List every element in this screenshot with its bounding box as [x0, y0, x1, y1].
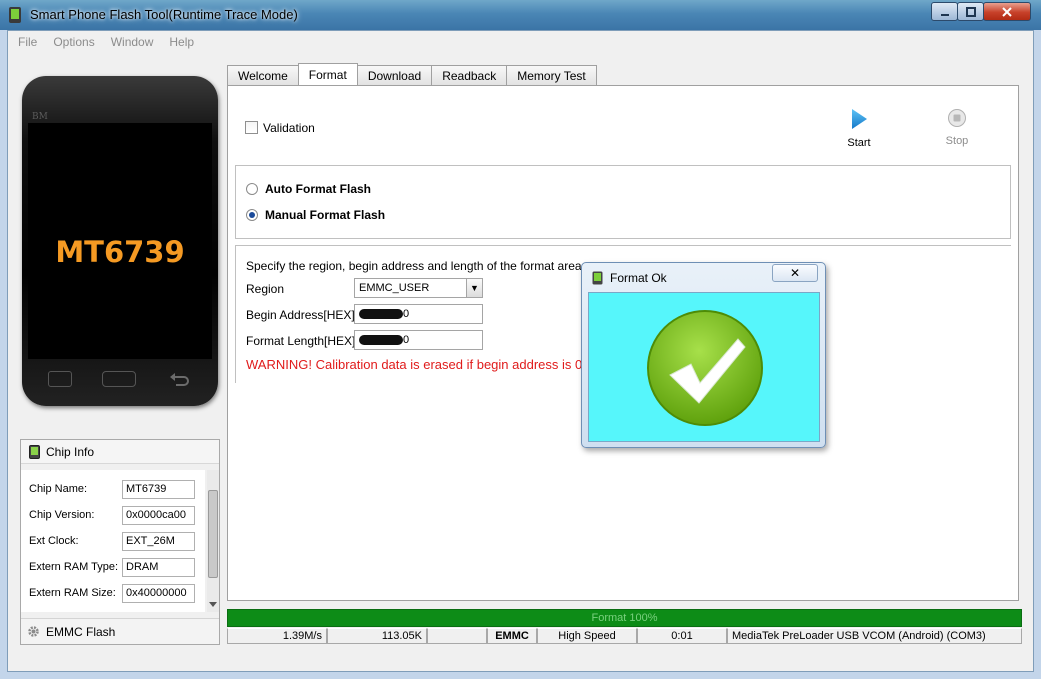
stop-label: Stop — [945, 135, 969, 147]
phone-screen: MT6739 — [28, 123, 212, 359]
client-area: File Options Window Help BM MT6739 Chip … — [7, 30, 1034, 672]
tab-strip: Welcome Format Download Readback Memory … — [227, 63, 597, 85]
chip-row: Extern RAM Type: DRAM — [29, 558, 199, 578]
dialog-title: Format Ok — [610, 271, 667, 285]
status-time: 0:01 — [637, 628, 727, 644]
format-mode-group: Auto Format Flash Manual Format Flash — [235, 165, 1011, 239]
phone-image: BM MT6739 — [22, 76, 218, 406]
minimize-button[interactable] — [931, 2, 958, 21]
redacted-mark — [359, 335, 403, 346]
tab-memory-test[interactable]: Memory Test — [506, 65, 597, 85]
status-bar: 1.39M/s 113.05K EMMC High Speed 0:01 Med… — [227, 628, 1022, 644]
chip-info-panel: Chip Info Chip Name: MT6739 Chip Version… — [20, 439, 220, 645]
tab-download[interactable]: Download — [356, 65, 433, 85]
status-speed: 1.39M/s — [227, 628, 327, 644]
close-icon: ✕ — [789, 266, 801, 280]
menu-options[interactable]: Options — [45, 35, 102, 49]
app-icon — [9, 7, 21, 23]
format-length-field[interactable]: 0 — [354, 330, 483, 350]
gear-icon — [28, 626, 39, 637]
tab-welcome[interactable]: Welcome — [227, 65, 299, 85]
status-port: MediaTek PreLoader USB VCOM (Android) (C… — [727, 628, 1022, 644]
dialog-close-button[interactable]: ✕ — [772, 264, 818, 282]
stop-icon — [948, 109, 966, 127]
stop-button[interactable]: Stop — [937, 108, 977, 147]
chip-row: Chip Version: 0x0000ca00 — [29, 506, 199, 526]
chip-version-label: Chip Version: — [29, 509, 95, 521]
chip-row: Ext Clock: EXT_26M — [29, 532, 199, 552]
region-label: Region — [246, 282, 285, 296]
chip-row: Chip Name: MT6739 — [29, 480, 199, 500]
tab-readback[interactable]: Readback — [431, 65, 508, 85]
status-storage: EMMC — [487, 628, 537, 644]
ram-size-value[interactable]: 0x40000000 — [122, 584, 195, 603]
app-icon — [592, 271, 603, 285]
chip-info-title: Chip Info — [46, 444, 95, 459]
close-button[interactable] — [983, 2, 1031, 21]
begin-address-label: Begin Address[HEX]: — [246, 308, 359, 322]
menu-key-icon — [48, 371, 72, 387]
home-key-icon — [102, 371, 136, 387]
dialog-body — [588, 292, 820, 442]
emmc-flash-bar[interactable]: EMMC Flash — [21, 618, 219, 644]
start-button[interactable]: Start — [839, 108, 879, 149]
chip-info-list: Chip Name: MT6739 Chip Version: 0x0000ca… — [21, 470, 205, 612]
title-bar[interactable]: Smart Phone Flash Tool(Runtime Trace Mod… — [0, 0, 1041, 30]
window-title: Smart Phone Flash Tool(Runtime Trace Mod… — [30, 7, 298, 22]
chip-info-scrollbar[interactable] — [207, 470, 219, 612]
maximize-button[interactable] — [957, 2, 984, 21]
menu-help[interactable]: Help — [161, 35, 202, 49]
format-length-label: Format Length[HEX]: — [246, 334, 359, 348]
play-icon — [852, 109, 867, 129]
success-check-icon — [647, 310, 763, 426]
scrollbar-thumb[interactable] — [208, 490, 218, 578]
chip-info-header: Chip Info — [21, 440, 219, 464]
validation-label: Validation — [263, 121, 315, 135]
format-length-suffix: 0 — [403, 334, 410, 346]
format-ok-dialog: Format Ok ✕ — [581, 262, 826, 448]
begin-address-field[interactable]: 0 — [354, 304, 483, 324]
minimize-icon — [940, 13, 949, 16]
ram-type-value[interactable]: DRAM — [122, 558, 195, 577]
begin-address-suffix: 0 — [403, 308, 410, 320]
scroll-down-icon[interactable] — [209, 602, 217, 608]
ram-type-label: Extern RAM Type: — [29, 561, 119, 573]
status-mode: High Speed — [537, 628, 637, 644]
maximize-icon — [965, 6, 976, 17]
progress-text: Format 100% — [591, 612, 658, 624]
tab-format[interactable]: Format — [297, 63, 358, 85]
start-label: Start — [847, 137, 871, 149]
menu-window[interactable]: Window — [103, 35, 162, 49]
phone-brand: BM — [32, 112, 48, 122]
menu-bar: File Options Window Help — [8, 31, 1033, 53]
phone-chip-label: MT6739 — [55, 235, 185, 269]
close-icon — [1002, 6, 1012, 17]
ram-size-label: Extern RAM Size: — [29, 587, 116, 599]
chip-version-value[interactable]: 0x0000ca00 — [122, 506, 195, 525]
progress-bar: Format 100% — [227, 609, 1022, 627]
calibration-warning: WARNING! Calibration data is erased if b… — [246, 357, 586, 372]
region-value: EMMC_USER — [359, 282, 430, 294]
redacted-mark — [359, 309, 403, 320]
dropdown-arrow-icon[interactable]: ▼ — [466, 279, 482, 297]
emmc-flash-label: EMMC Flash — [46, 624, 116, 639]
validation-checkbox[interactable] — [245, 121, 258, 134]
window-frame: File Options Window Help BM MT6739 Chip … — [0, 30, 1041, 679]
chip-row: Extern RAM Size: 0x40000000 — [29, 584, 199, 604]
ext-clock-value[interactable]: EXT_26M — [122, 532, 195, 551]
status-empty — [427, 628, 487, 644]
manual-format-label: Manual Format Flash — [265, 208, 386, 222]
ext-clock-label: Ext Clock: — [29, 535, 79, 547]
back-key-icon — [170, 373, 189, 386]
format-instructions: Specify the region, begin address and le… — [246, 259, 585, 273]
chip-name-label: Chip Name: — [29, 483, 88, 495]
auto-format-radio[interactable] — [246, 183, 258, 195]
auto-format-label: Auto Format Flash — [265, 182, 372, 196]
chip-name-value[interactable]: MT6739 — [122, 480, 195, 499]
region-select[interactable]: EMMC_USER ▼ — [354, 278, 483, 298]
menu-file[interactable]: File — [10, 35, 45, 49]
chip-info-icon — [29, 444, 40, 459]
status-size: 113.05K — [327, 628, 427, 644]
manual-format-radio[interactable] — [246, 209, 258, 221]
